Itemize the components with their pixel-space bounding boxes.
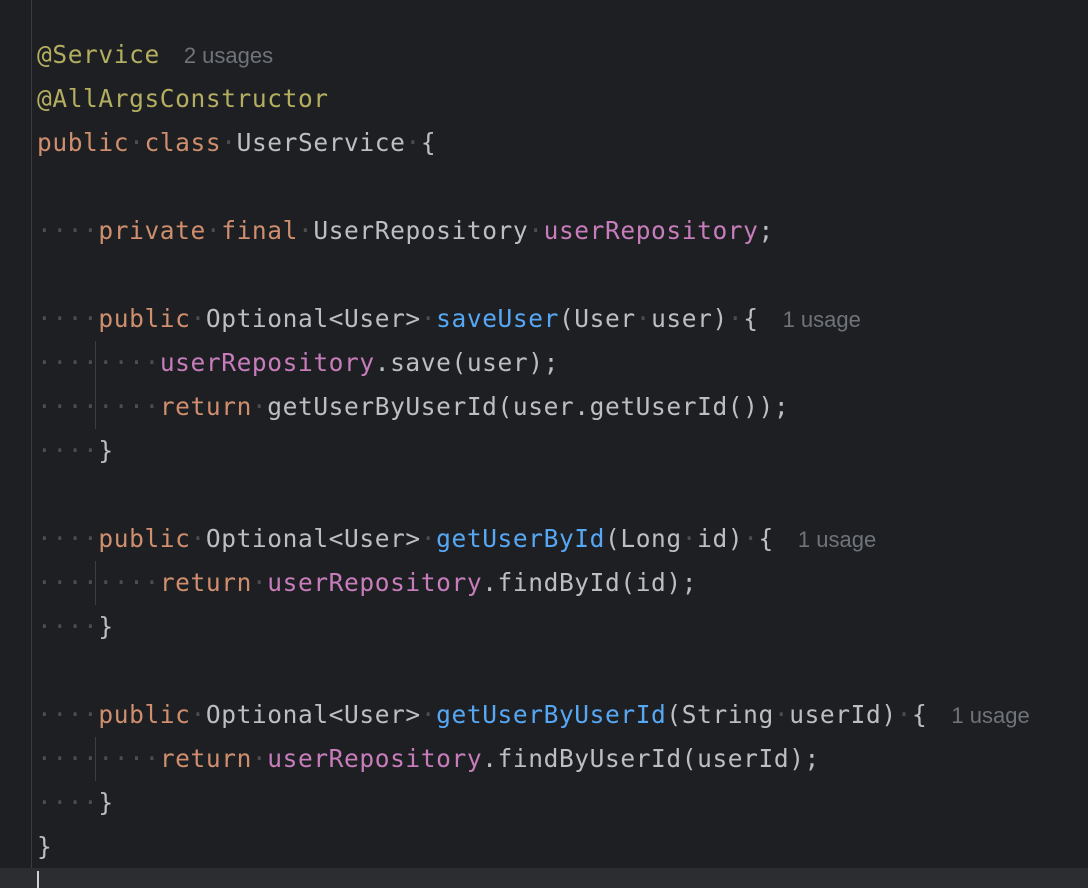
indent-guide	[95, 341, 96, 385]
usages-inlay-hint[interactable]: 1 usage	[798, 527, 876, 552]
keyword-token: class	[144, 128, 222, 157]
field-token: userRepository	[267, 744, 483, 773]
keyword-token: public	[98, 700, 191, 729]
params-token: user)	[651, 304, 728, 333]
brace-token: }	[37, 832, 53, 861]
editor-bottom-strip	[0, 868, 1088, 888]
field-token: userRepository	[543, 216, 759, 245]
code-line[interactable]: ········return·userRepository.findByUser…	[37, 737, 1030, 781]
code-line[interactable]: ········userRepository.save(user);	[37, 341, 1030, 385]
method-call-token: .findById(id);	[482, 568, 698, 597]
code-line[interactable]: ····}	[37, 781, 1030, 825]
keyword-token: return	[159, 568, 252, 597]
code-line[interactable]	[37, 165, 1030, 209]
code-line[interactable]: ····public·Optional<User>·saveUser(User·…	[37, 297, 1030, 341]
type-token: Optional<User>	[205, 304, 421, 333]
usages-inlay-hint[interactable]: 1 usage	[783, 307, 861, 332]
code-area[interactable]: @Service 2 usages @AllArgsConstructor pub…	[37, 33, 1030, 869]
method-name-token: getUserByUserId	[436, 700, 667, 729]
field-token: userRepository	[159, 348, 375, 377]
code-line[interactable]: }	[37, 825, 1030, 869]
code-line[interactable]: ········return·getUserByUserId(user.getU…	[37, 385, 1030, 429]
keyword-token: return	[159, 744, 252, 773]
brace-token: }	[98, 612, 114, 641]
field-token: userRepository	[267, 568, 483, 597]
code-line[interactable]: ····}	[37, 429, 1030, 473]
brace-token: {	[912, 700, 928, 729]
type-token: Optional<User>	[205, 524, 421, 553]
code-line[interactable]: ····}	[37, 605, 1030, 649]
brace-token: }	[98, 788, 114, 817]
keyword-token: public	[98, 304, 191, 333]
annotation-token: @AllArgsConstructor	[37, 84, 329, 113]
indent-guide	[95, 561, 96, 605]
type-token: UserRepository	[313, 216, 529, 245]
code-line[interactable]: ····private·final·UserRepository·userRep…	[37, 209, 1030, 253]
keyword-token: public	[37, 128, 130, 157]
keyword-token: public	[98, 524, 191, 553]
keyword-token: private	[98, 216, 206, 245]
brace-token: {	[758, 524, 774, 553]
code-line[interactable]: ····public·Optional<User>·getUserById(Lo…	[37, 517, 1030, 561]
method-call-token: .findByUserId(userId);	[482, 744, 820, 773]
indent-guide	[95, 737, 96, 781]
method-name-token: saveUser	[436, 304, 559, 333]
method-name-token: getUserById	[436, 524, 605, 553]
params-token: (User	[558, 304, 636, 333]
indent-guide	[95, 385, 96, 429]
params-token: userId)	[789, 700, 897, 729]
semicolon-token: ;	[758, 216, 774, 245]
usages-inlay-hint[interactable]: 1 usage	[951, 703, 1029, 728]
method-call-token: getUserByUserId(user.getUserId());	[267, 392, 790, 421]
code-line[interactable]: public·class·UserService·{	[37, 121, 1030, 165]
params-token: (String	[666, 700, 774, 729]
annotation-token: @Service	[37, 40, 160, 69]
code-line[interactable]: ····public·Optional<User>·getUserByUserI…	[37, 693, 1030, 737]
keyword-token: return	[159, 392, 252, 421]
usages-inlay-hint[interactable]: 2 usages	[184, 43, 273, 68]
code-line[interactable]: @Service 2 usages	[37, 33, 1030, 77]
text-caret	[37, 871, 39, 888]
code-line[interactable]	[37, 253, 1030, 297]
params-token: id)	[697, 524, 744, 553]
code-editor[interactable]: @Service 2 usages @AllArgsConstructor pub…	[0, 0, 1088, 888]
type-token: Optional<User>	[205, 700, 421, 729]
class-name-token: UserService	[236, 128, 406, 157]
keyword-token: final	[221, 216, 298, 245]
code-line[interactable]: ········return·userRepository.findById(i…	[37, 561, 1030, 605]
code-line[interactable]	[37, 649, 1030, 693]
code-line[interactable]: @AllArgsConstructor	[37, 77, 1030, 121]
brace-token: {	[420, 128, 437, 157]
brace-token: {	[743, 304, 759, 333]
gutter-divider	[31, 0, 32, 888]
code-line[interactable]	[37, 473, 1030, 517]
params-token: (Long	[605, 524, 682, 553]
brace-token: }	[98, 436, 114, 465]
method-call-token: .save(user);	[374, 348, 559, 377]
